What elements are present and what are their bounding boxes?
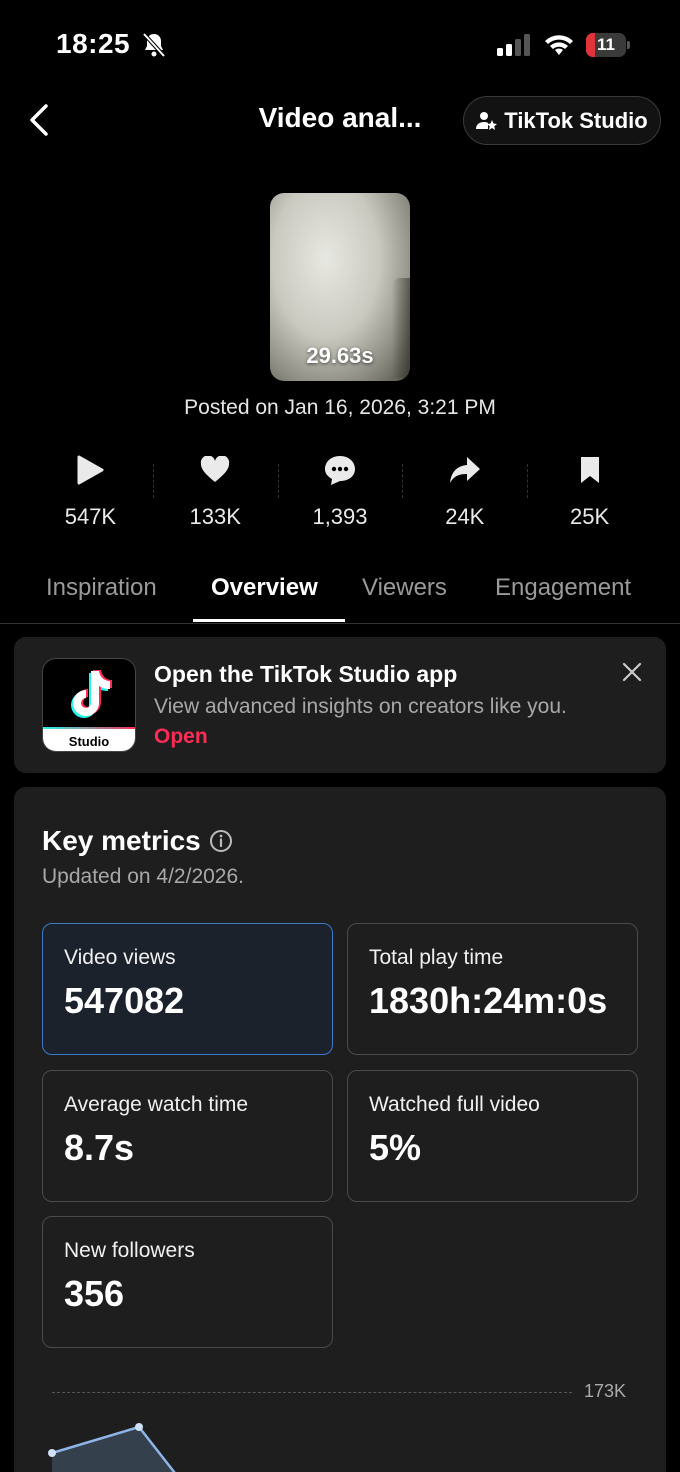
metric-tile-average-watch-time[interactable]: Average watch time 8.7s — [42, 1070, 333, 1202]
banner-title: Open the TikTok Studio app — [154, 661, 458, 687]
status-bar: 18:25 11 — [0, 0, 680, 90]
tiktok-studio-label: TikTok Studio — [504, 107, 648, 133]
tiktok-studio-button[interactable]: TikTok Studio — [463, 96, 661, 145]
metric-label: Average watch time — [64, 1093, 249, 1116]
share-icon — [448, 450, 482, 490]
active-tab-indicator — [193, 619, 345, 622]
metric-tile-watched-full-video[interactable]: Watched full video 5% — [347, 1070, 638, 1202]
battery-icon: 11 — [586, 33, 630, 57]
chart-point — [48, 1449, 56, 1457]
metric-value: 1830h:24m:0s — [369, 980, 608, 1021]
status-time: 18:25 — [56, 28, 131, 59]
stat-shares-value: 24K — [445, 504, 485, 529]
video-duration: 29.63s — [306, 343, 374, 368]
stat-shares: 24K — [402, 450, 527, 540]
metric-value: 5% — [369, 1127, 422, 1168]
close-banner-button[interactable] — [620, 660, 644, 684]
tiktok-logo-icon — [71, 670, 112, 718]
metric-value: 356 — [64, 1273, 125, 1314]
tab-inspiration[interactable]: Inspiration — [46, 574, 157, 602]
metric-tile-total-play-time[interactable]: Total play time 1830h:24m:0s — [347, 923, 638, 1055]
stat-favorites: 25K — [527, 450, 652, 540]
video-stats: 547K 133K 1,393 24K 25K — [28, 450, 652, 540]
key-metrics-card: Key metrics Updated on 4/2/2026. Video v… — [14, 787, 666, 1472]
chart-area — [48, 1423, 176, 1472]
stat-views-value: 547K — [64, 504, 117, 529]
banner-description: View advanced insights on creators like … — [154, 695, 567, 748]
metric-value: 8.7s — [64, 1127, 135, 1168]
studio-app-banner: Studio Open the TikTok Studio app View a… — [14, 637, 666, 773]
cellular-signal-icon — [497, 34, 533, 61]
tab-engagement[interactable]: Engagement — [495, 574, 631, 602]
metric-label: Total play time — [369, 946, 504, 969]
metrics-updated-date: Updated on 4/2/2026. — [42, 865, 245, 888]
tab-overview[interactable]: Overview — [211, 574, 318, 602]
comment-icon — [323, 450, 357, 490]
posted-date: Posted on Jan 16, 2026, 3:21 PM — [184, 396, 496, 419]
metric-label: Video views — [64, 946, 176, 969]
video-thumbnail[interactable]: 29.63s — [270, 193, 410, 381]
play-icon — [75, 450, 105, 490]
open-link[interactable]: Open — [154, 725, 208, 748]
analytics-tabs: Inspiration Overview Viewers Engagement — [0, 560, 680, 624]
stat-views: 547K — [28, 450, 153, 540]
metric-value: 547082 — [64, 980, 185, 1021]
stat-likes-value: 133K — [189, 504, 241, 529]
stat-comments-value: 1,393 — [312, 504, 368, 529]
metric-tile-video-views[interactable]: Video views 547082 — [42, 923, 333, 1055]
metric-tile-new-followers[interactable]: New followers 356 — [42, 1216, 333, 1348]
heart-icon — [200, 450, 230, 490]
wifi-icon — [543, 33, 575, 62]
video-views-chart: 173K — [38, 1377, 654, 1472]
chart-point — [135, 1423, 143, 1431]
key-metrics-heading: Key metrics — [42, 825, 233, 857]
tiktok-studio-app-icon: Studio — [42, 658, 136, 752]
page-title: Video anal... — [258, 102, 422, 133]
user-star-icon — [476, 111, 498, 130]
chevron-left-icon — [30, 104, 48, 136]
battery-level: 11 — [597, 35, 615, 54]
stat-comments: 1,393 — [277, 450, 403, 540]
muted-bell-icon — [142, 32, 166, 63]
back-button[interactable] — [22, 100, 58, 140]
tab-viewers[interactable]: Viewers — [362, 574, 447, 602]
close-icon — [622, 662, 642, 682]
stat-likes: 133K — [152, 450, 278, 540]
info-icon[interactable] — [209, 829, 233, 853]
metric-label: Watched full video — [369, 1093, 540, 1116]
metric-label: New followers — [64, 1239, 195, 1262]
bookmark-icon — [578, 450, 602, 490]
stat-favorites-value: 25K — [570, 504, 610, 529]
